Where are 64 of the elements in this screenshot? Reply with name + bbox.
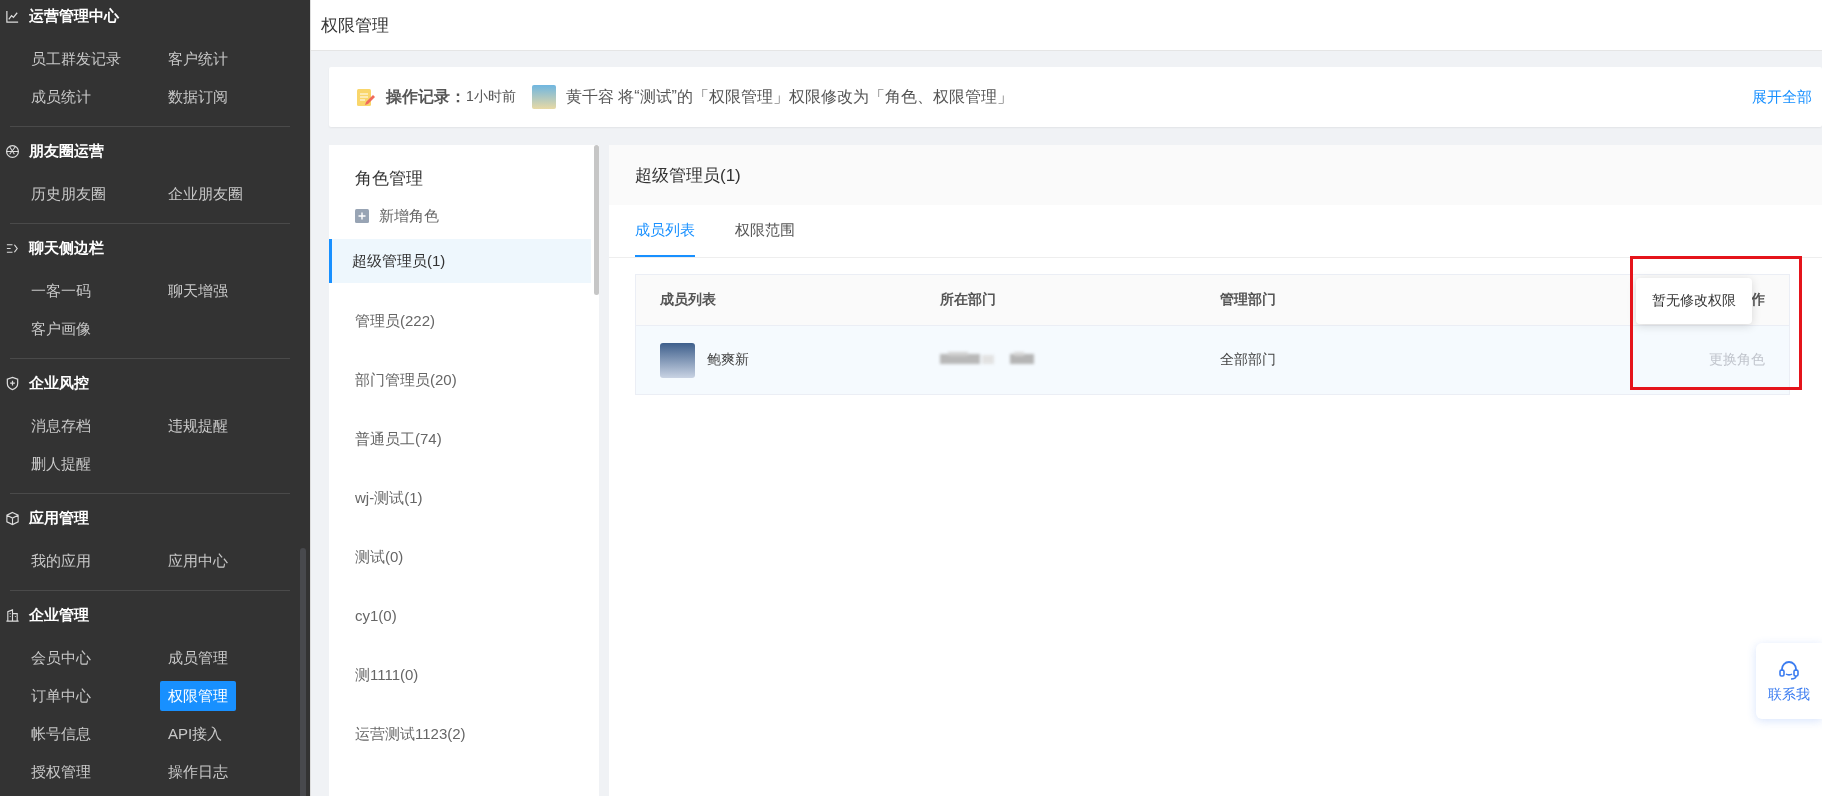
sidebar-item[interactable]: 帐号信息: [23, 719, 99, 749]
role-item[interactable]: 管理员(222): [329, 291, 591, 350]
sidebar-section-title: 聊天侧边栏: [29, 238, 104, 258]
scrollbar[interactable]: [594, 145, 599, 295]
sidebar-item[interactable]: 应用中心: [160, 546, 236, 576]
aperture-icon: [5, 143, 20, 159]
contact-button[interactable]: 联系我: [1756, 643, 1822, 719]
column-header: 管理部门: [1219, 291, 1277, 309]
sidebar-section-title: 朋友圈运营: [29, 141, 104, 161]
table-cell-text: 全部部门: [1219, 351, 1277, 369]
sidebar-item[interactable]: 客户画像: [23, 314, 99, 344]
sidebar-item[interactable]: 企业朋友圈: [160, 179, 251, 209]
sidebar-section-title: 运营管理中心: [29, 6, 119, 26]
member-name: 鲍爽新: [707, 351, 749, 369]
avatar-placeholder: [531, 85, 556, 109]
role-item[interactable]: cy1(0): [329, 586, 591, 645]
sidebar-item[interactable]: 删人提醒: [23, 449, 99, 479]
log-time: 1小时前: [466, 88, 516, 106]
building-icon: [5, 607, 20, 623]
sidebar-item[interactable]: 成员统计: [23, 82, 99, 112]
sidebar-item[interactable]: 客户统计: [160, 44, 236, 74]
sidebar-item[interactable]: 订单中心: [23, 681, 99, 711]
role-item[interactable]: 普通员工(74): [329, 409, 591, 468]
role-item[interactable]: wj-测试(1): [329, 468, 591, 527]
sidebar-item[interactable]: 违规提醒: [160, 411, 236, 441]
sidebar-item[interactable]: 授权管理: [23, 757, 99, 787]
sidebar-section-title: 应用管理: [29, 508, 89, 528]
sidebar-item[interactable]: API接入: [160, 719, 231, 749]
scrollbar[interactable]: [300, 548, 306, 796]
role-title: 超级管理员(1): [635, 164, 741, 187]
sidebar-item[interactable]: 历史朋友圈: [23, 179, 114, 209]
column-header: 作: [1751, 291, 1765, 309]
panel-title: 角色管理: [354, 168, 424, 190]
cube-icon: [5, 510, 20, 526]
sidebar-section-title: 企业风控: [29, 373, 89, 393]
role-item[interactable]: 测试(0): [329, 527, 591, 586]
photo-placeholder: [660, 342, 695, 378]
column-header: 成员列表: [659, 291, 717, 309]
shield-icon: [5, 375, 20, 391]
chart-icon: [5, 8, 20, 24]
sidebar-section-title: 企业管理: [29, 605, 89, 625]
sidebar-item[interactable]: 成员管理: [160, 643, 236, 673]
add-role-button[interactable]: 新增角色: [329, 199, 591, 233]
log-label: 操作记录：: [386, 86, 466, 107]
sidebar-item[interactable]: 数据订阅: [160, 82, 236, 112]
sidebar-item[interactable]: 操作日志: [160, 757, 236, 787]
role-item[interactable]: 部门管理员(20): [329, 350, 591, 409]
page-title: 权限管理: [321, 14, 389, 37]
headset-icon: [1777, 658, 1801, 682]
sidebar-item[interactable]: 消息存档: [23, 411, 99, 441]
sidebar-item[interactable]: 员工群发记录: [23, 44, 129, 74]
notepad-icon: [355, 86, 377, 108]
role-item[interactable]: 测1111(0): [329, 645, 591, 704]
sidebar-item[interactable]: 我的应用: [23, 546, 99, 576]
role-item[interactable]: 超级管理员(1): [329, 239, 591, 283]
plus-icon: [355, 209, 369, 223]
tab[interactable]: 权限范围: [735, 205, 795, 257]
role-item[interactable]: 运营测试1123(2): [329, 704, 591, 763]
tooltip: 暂无修改权限: [1636, 278, 1752, 324]
log-message: 黄千容 将“测试”的「权限管理」权限修改为「角色、权限管理」: [565, 86, 1014, 107]
sidebar-item[interactable]: 一客一码: [23, 276, 99, 306]
sidebar-item[interactable]: 聊天增强: [160, 276, 236, 306]
column-header: 所在部门: [939, 291, 997, 309]
sidebar-item[interactable]: 会员中心: [23, 643, 99, 673]
